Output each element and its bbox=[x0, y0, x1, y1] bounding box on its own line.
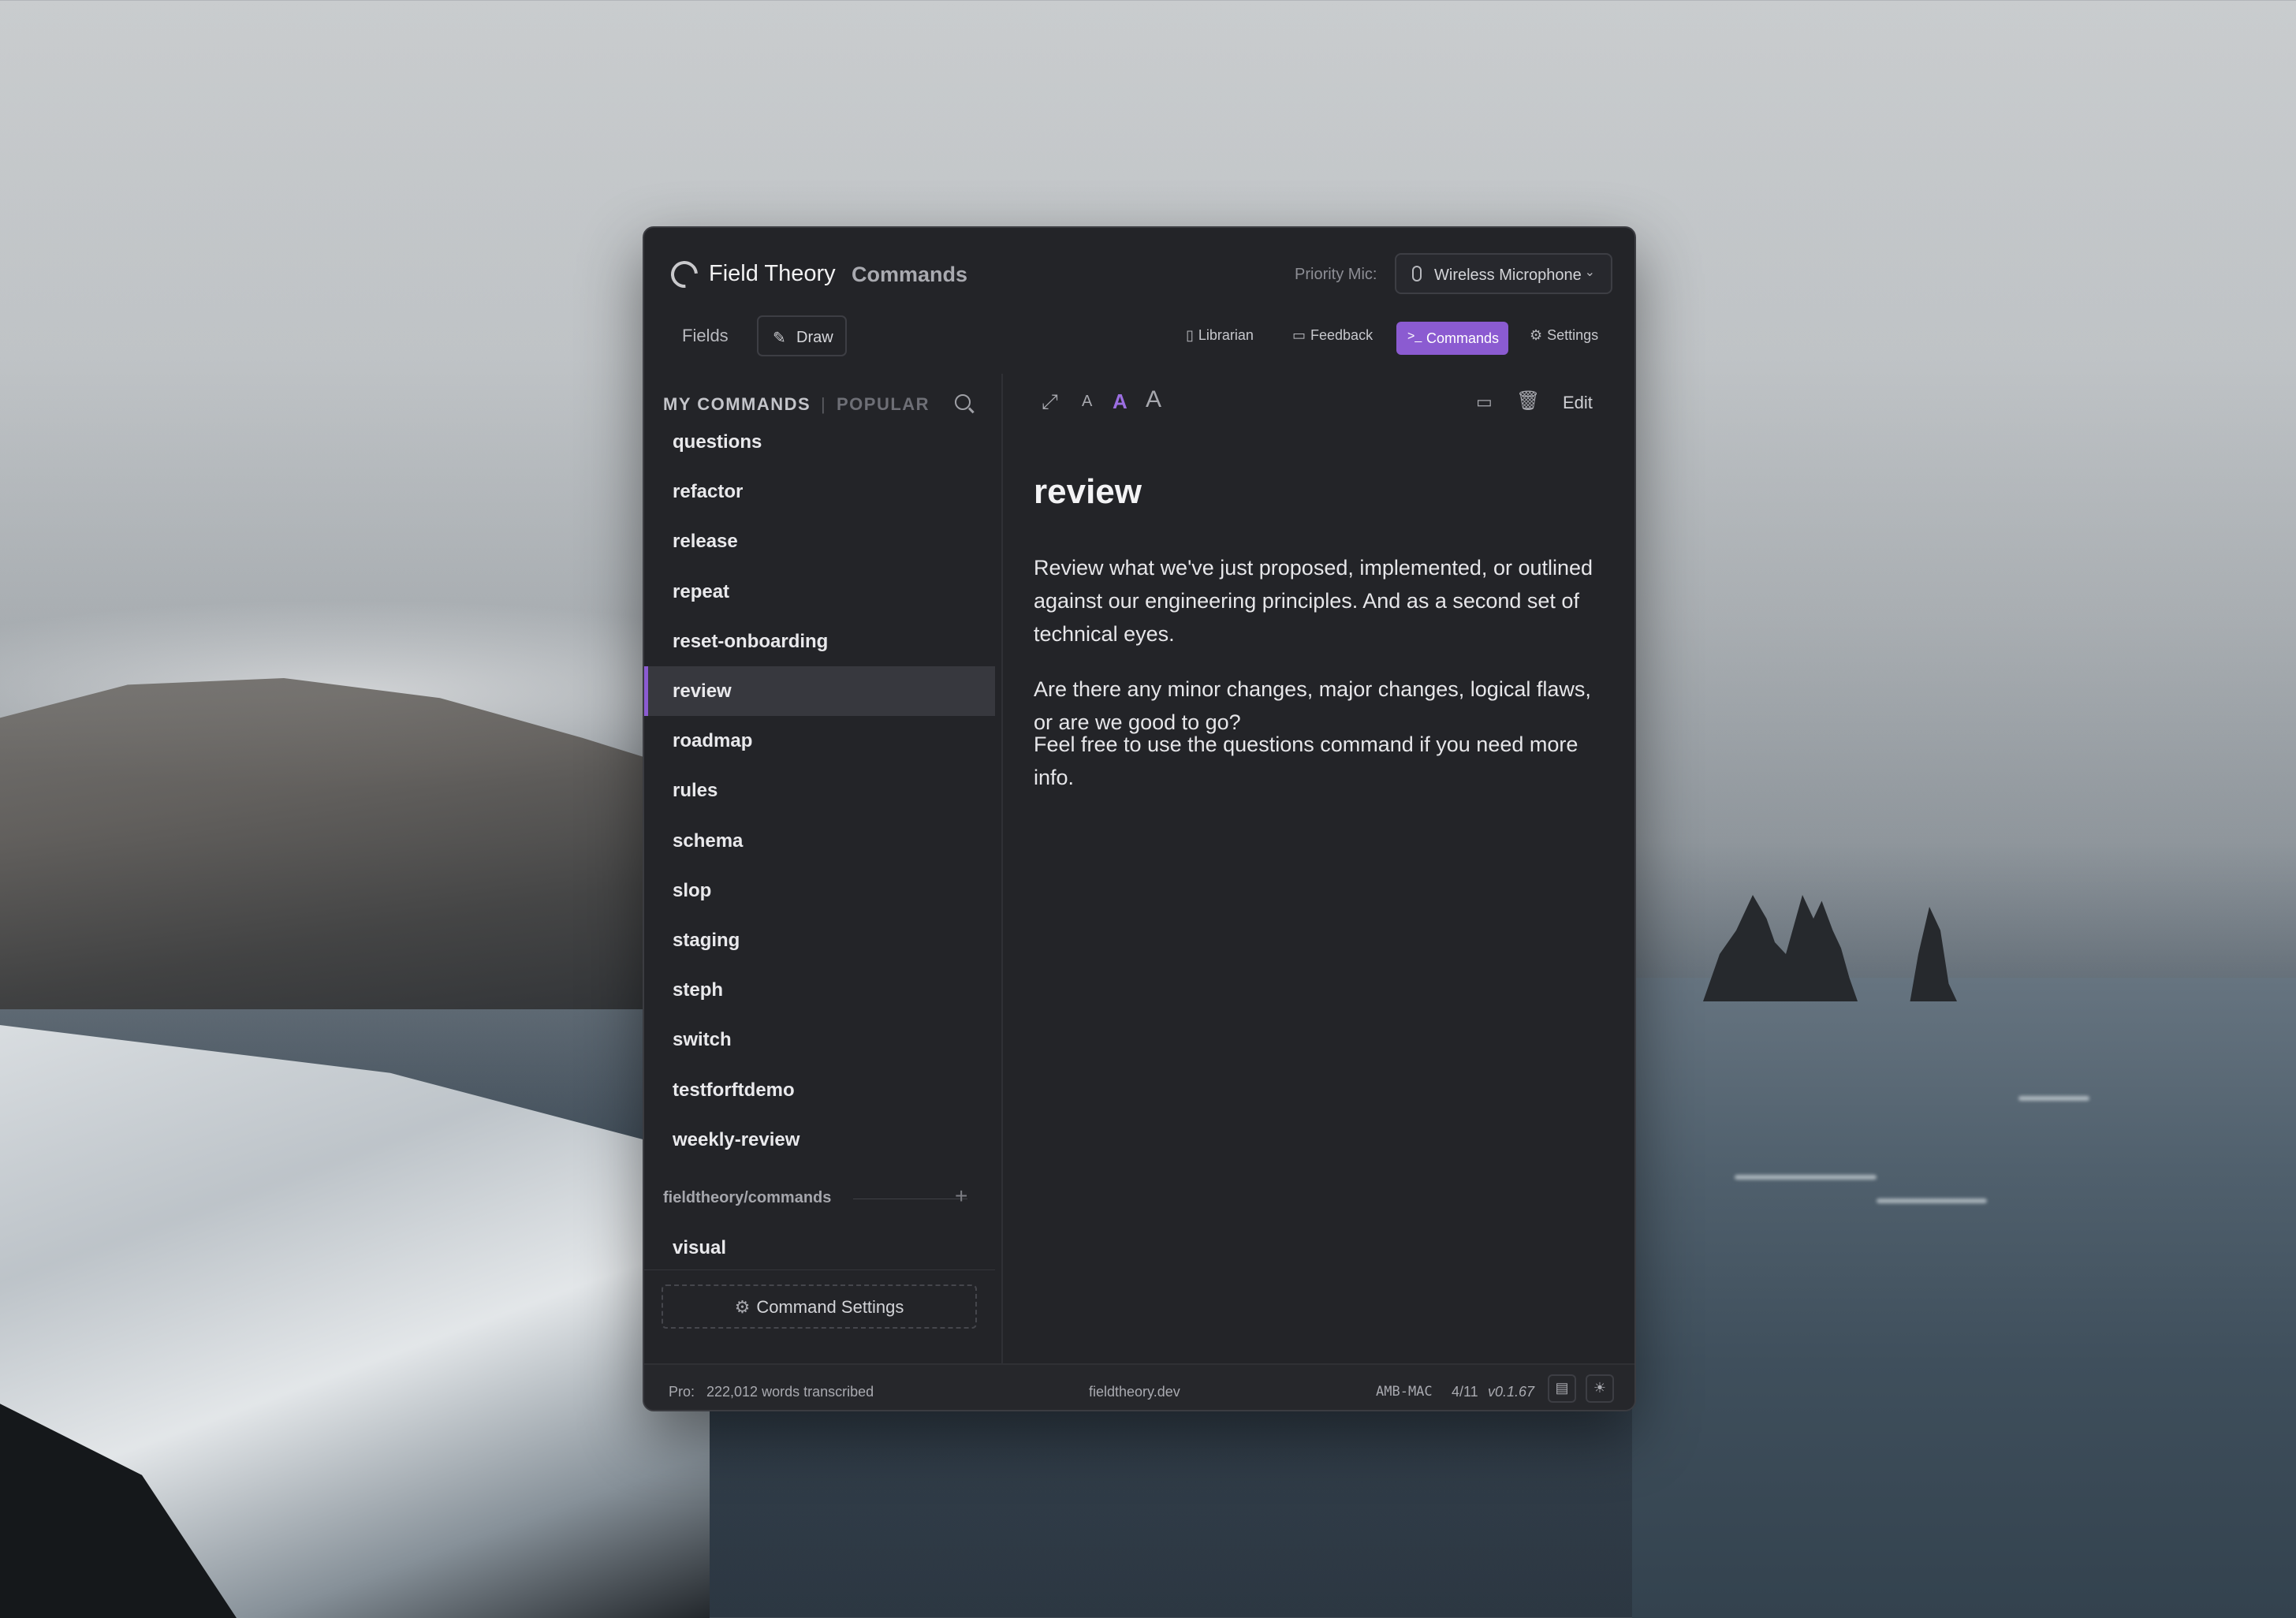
machine-name: AMB-MAC bbox=[1376, 1384, 1433, 1400]
terminal-icon: >_ bbox=[1407, 330, 1422, 343]
book-icon: ▯ bbox=[1186, 327, 1194, 343]
list-item[interactable]: switch bbox=[644, 1015, 995, 1064]
gear-icon: ⚙ bbox=[1530, 327, 1543, 343]
site-link[interactable]: fieldtheory.dev bbox=[1089, 1384, 1180, 1400]
nav-librarian-label: Librarian bbox=[1198, 327, 1254, 343]
list-item[interactable]: testforftdemo bbox=[644, 1065, 995, 1115]
repo-section-label: fieldtheory/commands bbox=[663, 1189, 832, 1206]
sidebar-footer-divider bbox=[644, 1269, 995, 1270]
command-body-paragraph: Review what we've just proposed, impleme… bbox=[1034, 556, 1593, 646]
priority-mic-label: Priority Mic: bbox=[1295, 266, 1377, 283]
nav-feedback[interactable]: ▭ Feedback bbox=[1292, 327, 1373, 344]
version-label: v0.1.67 bbox=[1488, 1384, 1535, 1400]
list-item[interactable]: steph bbox=[644, 965, 995, 1015]
chat-bubble-icon: ▭ bbox=[1292, 327, 1306, 343]
layout-toggle-icon[interactable]: ▤ bbox=[1548, 1374, 1576, 1403]
command-body-paragraph: Feel free to use the questions command i… bbox=[1034, 733, 1578, 789]
gear-icon: ⚙ bbox=[734, 1297, 751, 1317]
field-theory-logo-icon bbox=[665, 255, 703, 293]
nav-draw-label: Draw bbox=[796, 329, 833, 346]
words-transcribed: 222,012 words transcribed bbox=[706, 1384, 874, 1400]
brightness-icon[interactable]: ☀ bbox=[1586, 1374, 1614, 1403]
folder-icon[interactable]: ▭ bbox=[1476, 392, 1493, 412]
list-item[interactable]: schema bbox=[644, 816, 995, 866]
add-command-icon[interactable]: + bbox=[955, 1184, 967, 1209]
list-item[interactable]: repeat bbox=[644, 567, 995, 617]
background-wave bbox=[1735, 1175, 1877, 1180]
font-size-large-button[interactable]: A bbox=[1146, 386, 1161, 413]
command-settings-button[interactable]: ⚙ Command Settings bbox=[662, 1284, 977, 1329]
nav-settings[interactable]: ⚙ Settings bbox=[1530, 327, 1598, 344]
list-item[interactable]: questions bbox=[644, 417, 995, 467]
expand-icon[interactable]: ⤢ bbox=[1042, 390, 1058, 415]
list-item[interactable]: refactor bbox=[644, 467, 995, 516]
app-name: Field Theory bbox=[709, 261, 836, 286]
list-item[interactable]: visual bbox=[644, 1223, 995, 1273]
list-item[interactable]: weekly-review bbox=[644, 1115, 995, 1165]
pencil-icon: ✎ bbox=[773, 330, 786, 347]
nav-commands-label: Commands bbox=[1426, 330, 1500, 346]
nav-fields[interactable]: Fields bbox=[682, 326, 729, 346]
edit-button[interactable]: Edit bbox=[1563, 393, 1593, 413]
command-title: review bbox=[1034, 472, 1142, 511]
chevron-down-icon: ⌄ bbox=[1584, 266, 1595, 279]
list-item[interactable]: rules bbox=[644, 766, 995, 815]
background-wave bbox=[2018, 1096, 2089, 1101]
tab-my-commands[interactable]: MY COMMANDS bbox=[663, 394, 811, 415]
background-wave bbox=[1877, 1199, 1987, 1203]
list-item[interactable]: release bbox=[644, 516, 995, 566]
command-settings-label: Command Settings bbox=[756, 1297, 904, 1317]
list-item[interactable]: reset-onboarding bbox=[644, 617, 995, 666]
priority-mic-select[interactable]: Wireless Microphone ⌄ bbox=[1395, 253, 1612, 294]
app-section-title: Commands bbox=[852, 263, 968, 286]
nav-settings-label: Settings bbox=[1547, 327, 1599, 343]
background-sea bbox=[1632, 978, 2296, 1618]
list-item[interactable]: roadmap bbox=[644, 716, 995, 766]
plan-label: Pro: bbox=[669, 1384, 695, 1400]
background-rocks bbox=[1703, 895, 1957, 1001]
nav-feedback-label: Feedback bbox=[1310, 327, 1374, 343]
font-size-medium-button[interactable]: A bbox=[1113, 390, 1128, 414]
sidebar-divider bbox=[1001, 374, 1003, 1363]
priority-mic-value: Wireless Microphone bbox=[1434, 267, 1582, 284]
nav-commands-button[interactable]: >_ Commands bbox=[1396, 322, 1508, 355]
tab-separator: | bbox=[821, 394, 826, 414]
font-size-small-button[interactable]: A bbox=[1082, 393, 1092, 411]
list-item[interactable]: slop bbox=[644, 866, 995, 915]
date-label: 4/11 bbox=[1452, 1384, 1478, 1400]
list-item[interactable]: staging bbox=[644, 915, 995, 965]
app-window: Field Theory Commands Priority Mic: Wire… bbox=[643, 226, 1636, 1411]
list-item-active[interactable]: review bbox=[644, 666, 995, 716]
trash-icon[interactable]: 🗑 bbox=[1516, 390, 1540, 412]
tab-popular[interactable]: POPULAR bbox=[837, 394, 930, 415]
microphone-icon bbox=[1412, 266, 1422, 281]
search-icon[interactable] bbox=[955, 394, 971, 410]
nav-draw-button[interactable]: ✎ Draw bbox=[757, 315, 847, 356]
nav-librarian[interactable]: ▯ Librarian bbox=[1186, 327, 1254, 344]
